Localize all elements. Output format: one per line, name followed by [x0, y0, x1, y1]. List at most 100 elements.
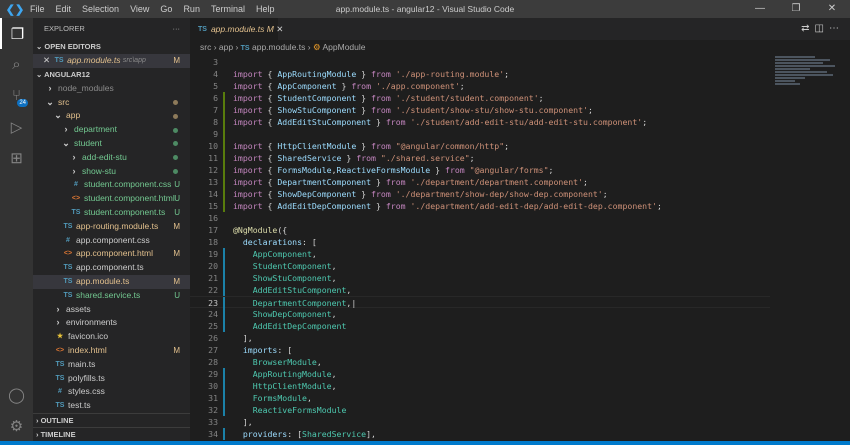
open-editor-item[interactable]: ✕ TS app.module.ts src\app M	[33, 54, 190, 68]
code-token: ;	[587, 105, 593, 115]
tree-item[interactable]: TS main.ts	[33, 358, 190, 372]
tree-item[interactable]: ⌄ app	[33, 109, 190, 123]
tab-app-module[interactable]: TS app.module.ts M ✕	[190, 18, 283, 40]
breadcrumb-file[interactable]: app.module.ts	[252, 42, 305, 52]
breadcrumb-app[interactable]: app	[219, 42, 233, 52]
code-token: from	[385, 201, 406, 211]
code-line: 21 ShowStuComponent,	[190, 272, 770, 284]
code-line: 28 BrowserModule,	[190, 356, 770, 368]
close-window-icon[interactable]: ✕	[814, 0, 850, 18]
tree-item[interactable]: › show-stu	[33, 165, 190, 179]
code-token: BrowserModule	[252, 357, 317, 367]
minimize-icon[interactable]: —	[742, 0, 778, 18]
code-token: import	[233, 69, 263, 79]
menu-view[interactable]: View	[130, 4, 149, 14]
line-number: 7	[213, 105, 218, 115]
close-icon[interactable]: ✕	[43, 54, 50, 68]
code-editor[interactable]: 3 4 import { AppRoutingModule } from './ap…	[190, 56, 770, 440]
code-token: "./shared.service"	[380, 153, 470, 163]
account-icon[interactable]: ◯	[0, 379, 33, 410]
explorer-icon[interactable]: ❐	[0, 18, 33, 49]
tree-item[interactable]: <> student.component.html U	[33, 192, 190, 206]
code-token: ],	[233, 417, 253, 427]
tree-item[interactable]: TS shared.service.ts U	[33, 289, 190, 303]
code-token: }	[336, 81, 352, 91]
tree-item[interactable]: › node_modules	[33, 82, 190, 96]
line-number: 33	[208, 417, 218, 427]
menu-file[interactable]: File	[30, 4, 45, 14]
code-token: {	[262, 201, 278, 211]
tree-item[interactable]: TS polyfills.ts	[33, 372, 190, 386]
menu-help[interactable]: Help	[256, 4, 275, 14]
code-token: {	[262, 69, 278, 79]
tree-item[interactable]: › environments	[33, 316, 190, 330]
tree-item[interactable]: › add-edit-stu	[33, 151, 190, 165]
tree-item-label: student.component.html	[84, 193, 175, 204]
explorer-sidebar: EXPLORER ··· ⌄ OPEN EDITORS ✕ TS app.modu…	[33, 18, 190, 441]
workspace-root[interactable]: ⌄ ANGULAR12	[33, 68, 190, 82]
code-line: 30 HttpClientModule,	[190, 380, 770, 392]
code-line: 14 import { ShowDepComponent } from './de…	[190, 188, 770, 200]
minimap[interactable]	[775, 56, 840, 106]
code-line: 13 import { DepartmentComponent } from '.…	[190, 176, 770, 188]
tree-item-label: app-routing.module.ts	[76, 220, 159, 231]
tree-item[interactable]: › assets	[33, 303, 190, 317]
run-debug-icon[interactable]: ▷	[0, 111, 33, 142]
extensions-icon[interactable]: ⊞	[0, 142, 33, 173]
tree-item[interactable]: TS student.component.ts U	[33, 206, 190, 220]
code-token: import	[233, 189, 263, 199]
code-token: import	[233, 177, 263, 187]
tree-item[interactable]: ⌄ src	[33, 96, 190, 110]
tree-item[interactable]: <> app.component.html M	[33, 247, 190, 261]
open-editors-section[interactable]: ⌄ OPEN EDITORS	[33, 40, 190, 54]
menu-selection[interactable]: Selection	[82, 4, 119, 14]
tree-item-label: student	[74, 137, 102, 148]
line-number: 9	[213, 129, 218, 139]
outline-section[interactable]: › OUTLINE	[33, 413, 190, 427]
tree-item[interactable]: › department	[33, 123, 190, 137]
tree-item[interactable]: ★ favicon.ico	[33, 330, 190, 344]
timeline-section[interactable]: › TIMELINE	[33, 427, 190, 441]
tree-item[interactable]: TS test.ts	[33, 399, 190, 413]
tree-item[interactable]: # student.component.css U	[33, 178, 190, 192]
timeline-label: TIMELINE	[40, 430, 76, 439]
more-actions-icon[interactable]: ···	[173, 18, 181, 40]
close-tab-icon[interactable]: ✕	[276, 24, 283, 35]
menu-edit[interactable]: Edit	[56, 4, 72, 14]
search-icon[interactable]: ⌕	[0, 49, 33, 80]
settings-gear-icon[interactable]: ⚙	[0, 410, 33, 441]
breadcrumb-symbol[interactable]: AppModule	[322, 42, 365, 52]
tree-item[interactable]: <> index.html M	[33, 344, 190, 358]
tree-item-label: department	[74, 124, 117, 135]
tree-item[interactable]: TS app.component.ts	[33, 261, 190, 275]
restore-icon[interactable]: ❐	[778, 0, 814, 18]
code-token: ;	[656, 201, 662, 211]
code-token: ({	[277, 225, 288, 235]
modified-dot-icon	[173, 141, 178, 147]
code-token: ],	[366, 429, 376, 439]
menu-terminal[interactable]: Terminal	[211, 4, 245, 14]
html-file-icon: <>	[71, 195, 81, 203]
git-gutter-marker	[223, 92, 225, 104]
menu-go[interactable]: Go	[160, 4, 172, 14]
split-editor-icon[interactable]: ◫	[815, 23, 829, 34]
menu-run[interactable]: Run	[183, 4, 200, 14]
tree-item-label: test.ts	[68, 400, 91, 411]
tree-item[interactable]: # styles.css	[33, 385, 190, 399]
breadcrumb-src[interactable]: src	[200, 42, 211, 52]
code-token: ;	[504, 141, 510, 151]
more-actions-icon[interactable]: ⋯	[829, 23, 844, 34]
tree-item[interactable]: # app.component.css	[33, 234, 190, 248]
code-line: 9	[190, 128, 770, 140]
open-changes-icon[interactable]: ⇄	[801, 23, 814, 34]
code-token: }	[356, 141, 372, 151]
typescript-file-icon: TS	[55, 374, 65, 382]
tab-status: M	[266, 24, 274, 34]
tree-item[interactable]: TS app-routing.module.ts M	[33, 220, 190, 234]
tree-item[interactable]: TS app.module.ts M	[33, 274, 190, 289]
source-control-icon[interactable]: ⑂ 24	[0, 80, 33, 111]
tree-item[interactable]: ⌄ student	[33, 137, 190, 151]
